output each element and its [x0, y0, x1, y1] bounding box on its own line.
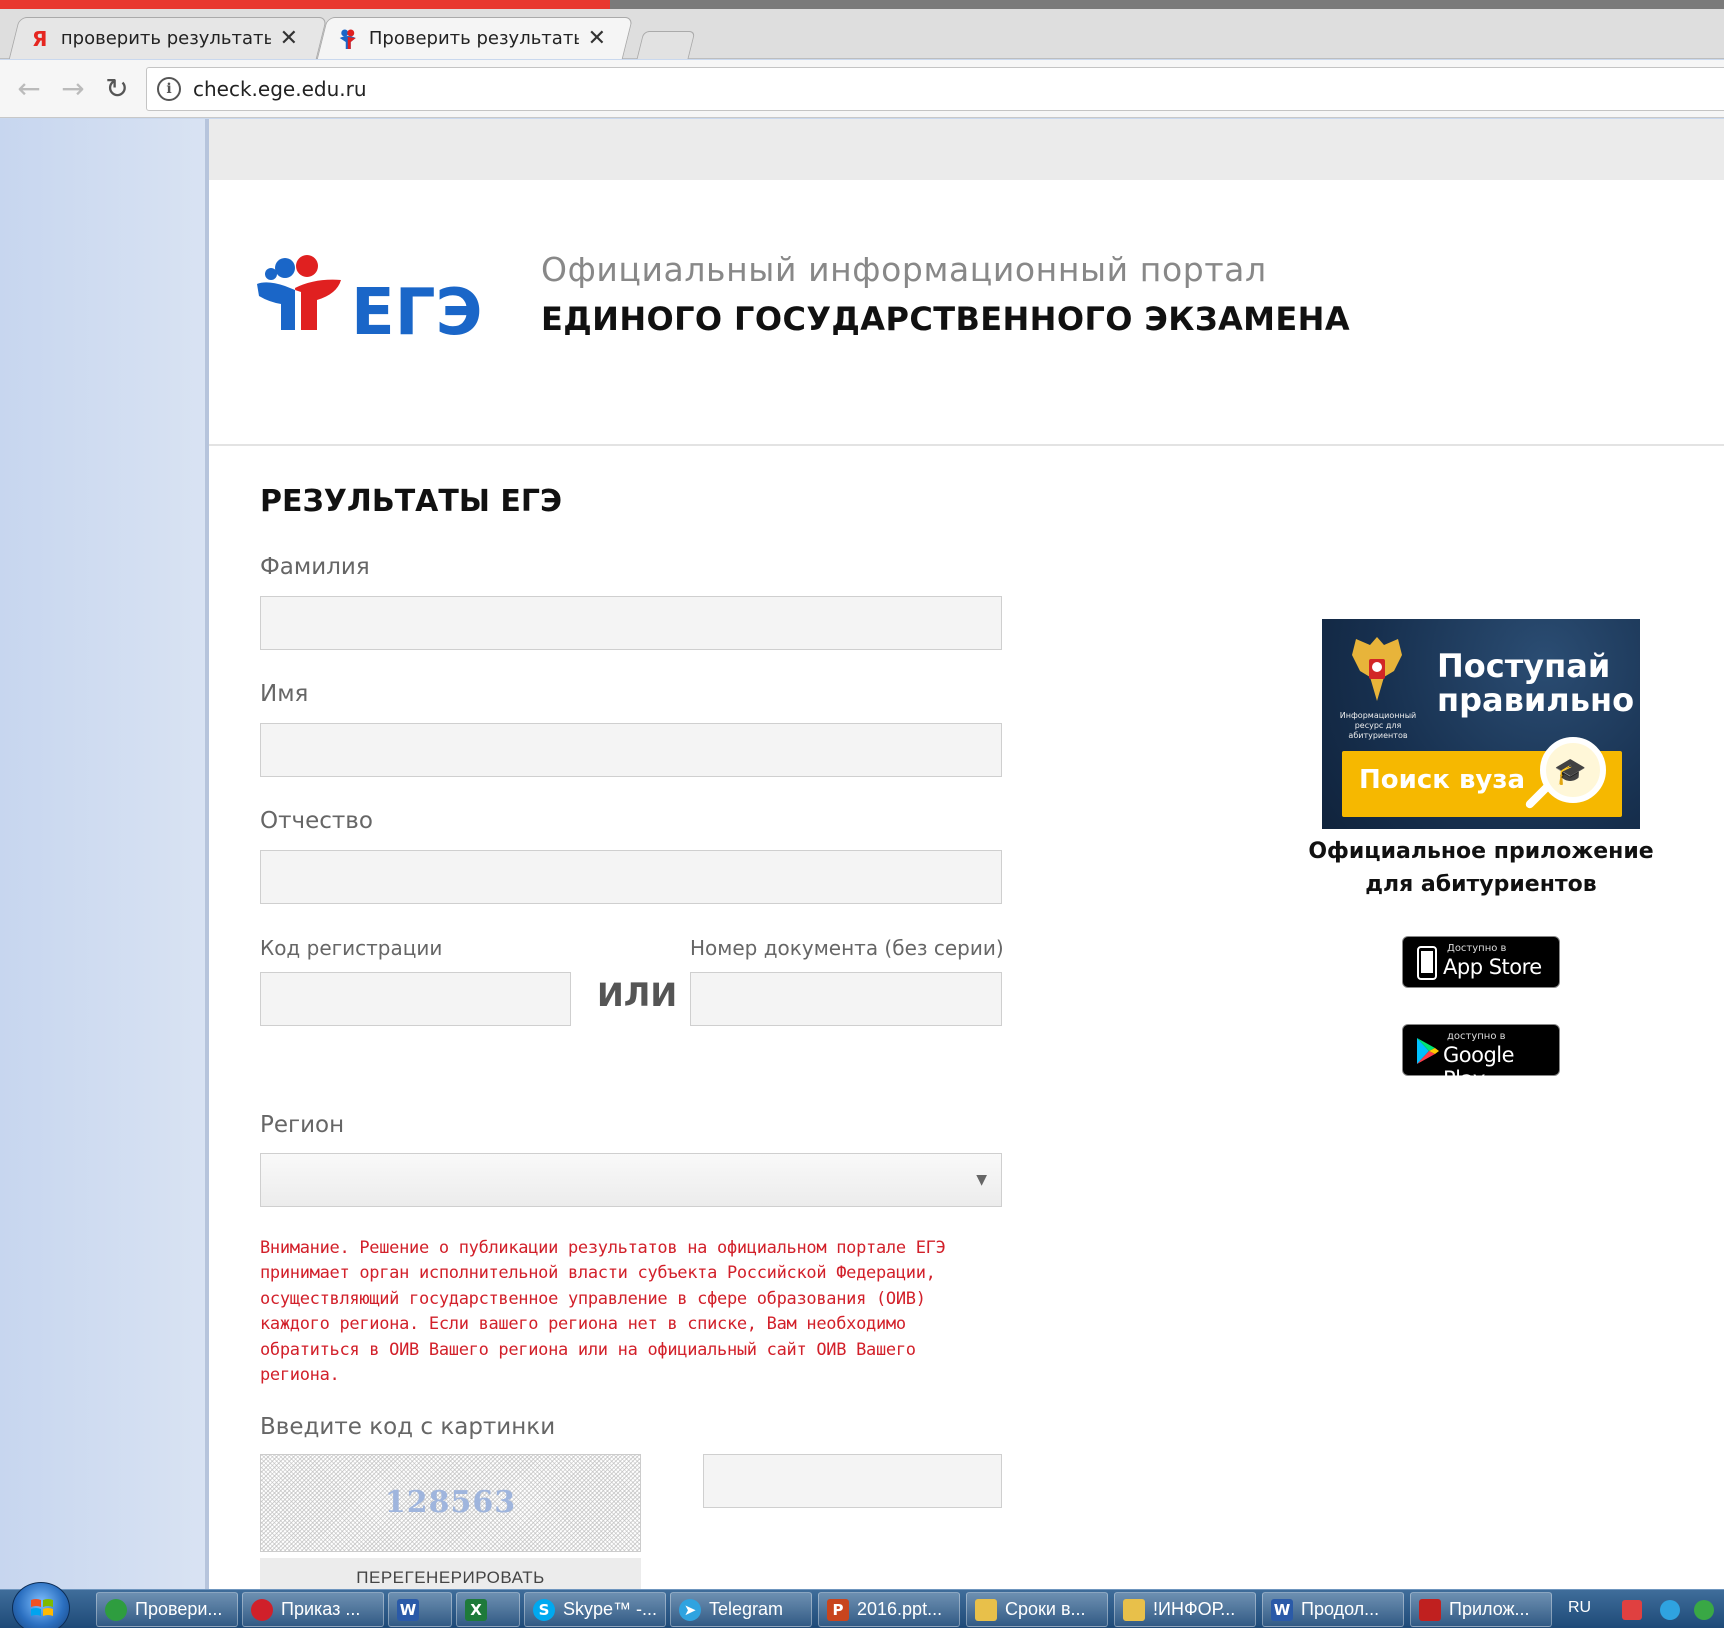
folder-icon	[1123, 1598, 1145, 1621]
google-play-button[interactable]: доступно в Google Play	[1402, 1024, 1560, 1091]
taskbar: Провери... Приказ ... W X S Skype™ -... …	[0, 1582, 1724, 1628]
tray-antivirus-icon[interactable]	[1694, 1600, 1714, 1620]
taskbar-item-word[interactable]: W	[388, 1592, 452, 1627]
language-indicator[interactable]: RU	[1568, 1599, 1591, 1617]
word-icon: W	[1271, 1598, 1293, 1621]
info-icon[interactable]: i	[157, 77, 181, 101]
forward-arrow-icon[interactable]: →	[56, 72, 90, 106]
phone-icon	[1417, 946, 1437, 980]
region-warning: Внимание. Решение о публикации результат…	[260, 1238, 946, 1386]
powerpoint-icon: P	[827, 1598, 849, 1621]
google-play-icon	[1417, 1038, 1439, 1064]
yandex-icon: Я	[32, 26, 48, 51]
page-content: ЕГЭ Официальный информационный портал ЕД…	[209, 180, 1724, 1602]
reg-code-input[interactable]	[260, 972, 571, 1026]
ege-logo-icon	[337, 28, 359, 50]
promo-headline: Поступай правильно	[1437, 647, 1635, 719]
taskbar-item-label: Сроки в...	[1005, 1599, 1086, 1619]
navigation-bar: ← → ↻ i check.ege.edu.ru	[0, 60, 1724, 118]
folder-icon	[975, 1598, 997, 1621]
ege-logo[interactable]: ЕГЭ	[255, 250, 485, 350]
taskbar-item-label: Skype™ -...	[563, 1599, 658, 1619]
taskbar-item-label: Telegram	[709, 1599, 784, 1619]
tab-yandex-search[interactable]: Я проверить результаты е ✕	[8, 17, 328, 59]
taskbar-item-powerpoint[interactable]: P 2016.ppt...	[818, 1592, 960, 1627]
portal-subtitle: Официальный информационный портал	[541, 250, 1267, 289]
region-select[interactable]: ▼	[260, 1153, 1002, 1207]
excel-icon: X	[465, 1598, 487, 1621]
taskbar-item-chrome[interactable]: Провери...	[96, 1592, 238, 1627]
tray-telegram-icon[interactable]	[1660, 1600, 1680, 1620]
taskbar-item-excel[interactable]: X	[456, 1592, 520, 1627]
name-input[interactable]	[260, 723, 1002, 777]
taskbar-item-label: 2016.ppt...	[857, 1599, 943, 1619]
taskbar-item-word-doc[interactable]: W Продол...	[1262, 1592, 1404, 1627]
doc-number-input[interactable]	[690, 972, 1002, 1026]
tab-title: Проверить результаты Е	[368, 28, 579, 49]
promo-banner[interactable]: Информационный ресурс для абитуриентов П…	[1322, 619, 1640, 829]
address-bar[interactable]: i check.ege.edu.ru	[146, 67, 1724, 111]
url-text: check.ege.edu.ru	[193, 77, 367, 101]
reload-icon[interactable]: ↻	[100, 72, 134, 106]
caret-down-icon: ▼	[976, 1172, 987, 1188]
taskbar-item-opera[interactable]: Приказ ...	[242, 1592, 384, 1627]
start-button[interactable]	[12, 1582, 70, 1628]
doc-number-label: Номер документа (без серии)	[690, 936, 1004, 960]
tab-check-results[interactable]: Проверить результаты Е ✕	[316, 17, 634, 59]
skype-icon: S	[533, 1598, 555, 1621]
taskbar-item-label: Провери...	[135, 1599, 223, 1619]
close-icon[interactable]: ✕	[585, 26, 609, 51]
page-title: РЕЗУЛЬТАТЫ ЕГЭ	[260, 484, 563, 519]
header-divider	[209, 444, 1724, 446]
app-caption: Официальное приложение для абитуриентов	[1308, 839, 1654, 897]
taskbar-item-label: Приказ ...	[281, 1599, 361, 1619]
taskbar-item-telegram[interactable]: ➤ Telegram	[670, 1592, 812, 1627]
logo-text: ЕГЭ	[351, 276, 482, 350]
patronymic-label: Отчество	[260, 808, 373, 834]
pdf-icon	[1419, 1598, 1441, 1621]
google-play-small-text: доступно в	[1447, 1031, 1506, 1042]
app-store-small-text: Доступно в	[1447, 943, 1507, 954]
surname-label: Фамилия	[260, 554, 370, 580]
name-label: Имя	[260, 681, 309, 707]
page-left-background	[0, 119, 209, 1589]
or-separator: ИЛИ	[597, 976, 678, 1014]
reg-code-label: Код регистрации	[260, 936, 443, 960]
captcha-image: 128563	[260, 1454, 641, 1552]
graduation-cap-icon: 🎓	[1554, 757, 1587, 787]
taskbar-item-folder-deadlines[interactable]: Сроки в...	[966, 1592, 1108, 1627]
telegram-icon: ➤	[679, 1598, 701, 1621]
region-label: Регион	[260, 1112, 345, 1138]
app-store-big-text: App Store	[1443, 955, 1542, 979]
taskbar-item-label: Продол...	[1301, 1599, 1380, 1619]
close-icon[interactable]: ✕	[277, 26, 301, 51]
taskbar-item-skype[interactable]: S Skype™ -...	[524, 1592, 666, 1627]
windows-logo-icon	[31, 1599, 53, 1616]
captcha-label: Введите код с картинки	[260, 1414, 556, 1440]
taskbar-item-label: Прилож...	[1449, 1599, 1530, 1619]
taskbar-item-label: !ИНФОР...	[1153, 1599, 1236, 1619]
new-tab-button[interactable]	[636, 31, 696, 59]
taskbar-item-pdf[interactable]: Прилож...	[1410, 1592, 1552, 1627]
opera-icon	[251, 1598, 273, 1621]
portal-title: ЕДИНОГО ГОСУДАРСТВЕННОГО ЭКЗАМЕНА	[541, 300, 1350, 338]
search-university-label: Поиск вуза	[1359, 765, 1526, 795]
emblem-caption: Информационный ресурс для абитуриентов	[1339, 711, 1417, 740]
patronymic-input[interactable]	[260, 850, 1002, 904]
taskbar-item-folder-info[interactable]: !ИНФОР...	[1114, 1592, 1256, 1627]
word-icon: W	[397, 1598, 419, 1621]
app-store-button[interactable]: Доступно в App Store	[1402, 936, 1560, 988]
coat-of-arms-icon	[1352, 637, 1402, 701]
chrome-icon	[105, 1598, 127, 1621]
surname-input[interactable]	[260, 596, 1002, 650]
google-play-big-text: Google Play	[1443, 1043, 1515, 1091]
captcha-code: 128563	[384, 1485, 517, 1520]
captcha-input[interactable]	[703, 1454, 1002, 1508]
tab-title: проверить результаты е	[60, 28, 271, 49]
window-top-strip	[0, 0, 1724, 9]
page-top-bar	[209, 119, 1724, 180]
back-arrow-icon[interactable]: ←	[12, 72, 46, 106]
tab-bar: Я проверить результаты е ✕ Проверить рез…	[0, 9, 1724, 59]
tray-flag-icon[interactable]	[1622, 1600, 1642, 1620]
